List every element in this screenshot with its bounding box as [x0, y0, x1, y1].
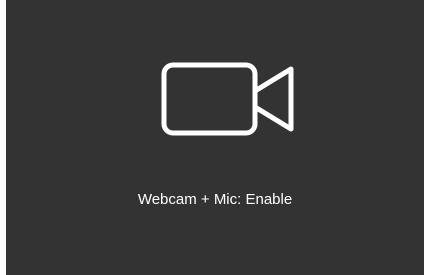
webcam-panel: Webcam + Mic: Enable: [6, 0, 424, 275]
video-camera-icon: [161, 62, 294, 136]
webcam-mic-enable-button[interactable]: Webcam + Mic: Enable: [6, 190, 424, 210]
